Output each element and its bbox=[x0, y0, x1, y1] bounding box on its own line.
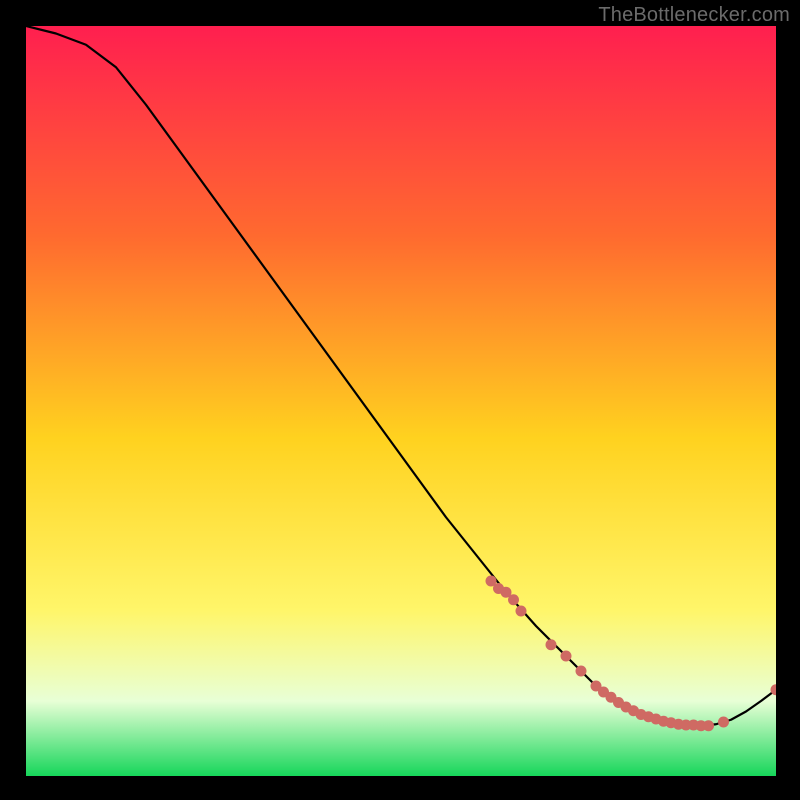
dot bbox=[703, 720, 714, 731]
gradient-background bbox=[26, 26, 776, 776]
dot bbox=[561, 651, 572, 662]
dot bbox=[508, 594, 519, 605]
dot bbox=[576, 666, 587, 677]
chart-stage: TheBottlenecker.com bbox=[0, 0, 800, 800]
dot bbox=[516, 606, 527, 617]
plot-svg bbox=[26, 26, 776, 776]
bottleneck-plot bbox=[26, 26, 776, 776]
dot bbox=[718, 717, 729, 728]
watermark: TheBottlenecker.com bbox=[598, 4, 790, 27]
dot bbox=[546, 639, 557, 650]
